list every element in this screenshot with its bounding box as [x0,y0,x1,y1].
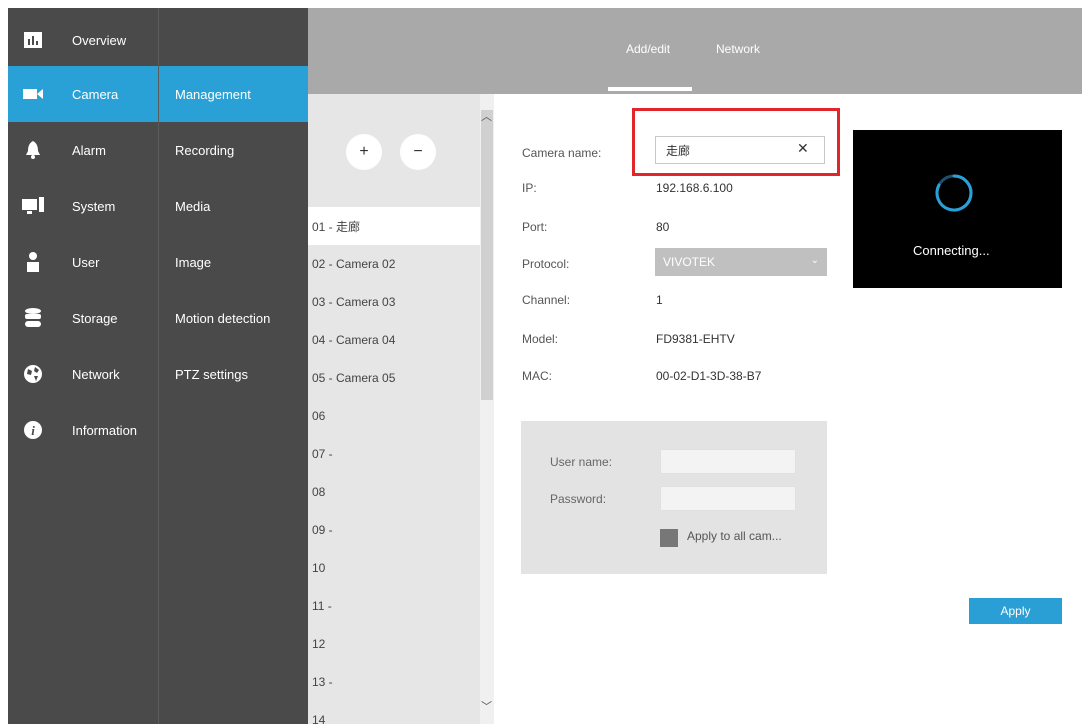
overview-chart-icon [22,29,44,51]
chevron-down-icon: ⌄ [810,255,819,266]
subnav-item-image[interactable]: Image [159,234,309,290]
camera-list-item[interactable]: 01 - 走廊 [308,207,480,245]
model-value: FD9381-EHTV [656,332,735,346]
nav-label: Alarm [72,142,106,158]
nav-item-camera[interactable]: Camera [8,66,158,122]
nav-item-network[interactable]: Network [8,346,158,402]
apply-button[interactable]: Apply [969,598,1062,624]
nav-label: System [72,198,116,214]
nav-item-overview[interactable]: Overview [8,12,158,68]
apply-to-all-label: Apply to all cam... [687,529,782,543]
nav-label: Overview [72,32,127,48]
remove-camera-button[interactable]: − [400,134,436,170]
nav-item-alarm[interactable]: Alarm [8,122,158,178]
camera-icon [22,83,44,105]
nav-label: Information [72,422,138,438]
monitor-icon [22,195,44,217]
camera-list-item[interactable]: 10 [308,549,480,587]
subnav-item-motion-detection[interactable]: Motion detection [159,290,309,346]
channel-value: 1 [656,293,663,307]
connecting-status: Connecting... [913,243,990,258]
protocol-label: Protocol: [522,257,570,271]
apply-to-all-checkbox[interactable] [660,529,678,547]
password-label: Password: [550,492,607,506]
subnav-item-ptz-settings[interactable]: PTZ settings [159,346,309,402]
camera-list-panel: + − 01 - 走廊 02 - Camera 02 03 - Camera 03 0… [308,94,480,724]
database-icon [22,307,44,329]
tab-bar: Add/edit Network [308,8,1082,94]
tab-add-edit[interactable]: Add/edit [626,42,670,56]
username-field[interactable] [660,449,796,474]
svg-text:i: i [31,423,35,438]
scroll-up-icon[interactable]: ︿ [481,108,492,124]
tab-network[interactable]: Network [716,42,760,56]
port-label: Port: [522,220,548,234]
camera-list-item[interactable]: 14 [308,701,480,724]
camera-preview: Connecting... [853,130,1062,288]
password-field[interactable] [660,486,796,511]
subnav-item-management[interactable]: Management [159,66,309,122]
camera-name-label: Camera name: [522,146,602,160]
nav-item-system[interactable]: System [8,178,158,234]
mac-value: 00-02-D1-3D-38-B7 [656,369,762,383]
subnav-item-recording[interactable]: Recording [159,122,309,178]
channel-label: Channel: [522,293,571,307]
user-icon [22,251,44,273]
nav-item-storage[interactable]: Storage [8,290,158,346]
camera-list-item[interactable]: 13 - [308,663,480,701]
subnav-item-media[interactable]: Media [159,178,309,234]
username-label: User name: [550,455,613,469]
loading-spinner-icon [935,174,973,212]
camera-list-item[interactable]: 12 [308,625,480,663]
nav-label: User [72,254,100,270]
nav-label: Storage [72,310,118,326]
port-value: 80 [656,220,670,234]
sub-nav: Management Recording Media Image Motion … [158,8,309,724]
model-label: Model: [522,332,559,346]
info-icon: i [22,419,44,441]
active-tab-indicator [608,87,692,91]
add-camera-button[interactable]: + [346,134,382,170]
protocol-select[interactable]: VIVOTEK ⌄ [655,248,827,276]
scroll-down-icon[interactable]: ﹀ [481,698,492,714]
clear-icon[interactable]: ✕ [797,140,809,157]
globe-icon [22,363,44,385]
camera-list-item[interactable]: 08 [308,473,480,511]
camera-list-item[interactable]: 11 - [308,587,480,625]
nav-label: Camera [72,86,119,102]
camera-list-item[interactable]: 05 - Camera 05 [308,359,480,397]
camera-list-item[interactable]: 09 - [308,511,480,549]
camera-list-item[interactable]: 04 - Camera 04 [308,321,480,359]
camera-list-item[interactable]: 02 - Camera 02 [308,245,480,283]
nav-label: Network [72,366,120,382]
protocol-value: VIVOTEK [663,255,716,269]
camera-list-item[interactable]: 07 - [308,435,480,473]
credentials-panel: User name: Password: Apply to all cam... [521,421,827,574]
main-nav: Overview Camera Alarm System User Storag… [8,8,158,724]
nav-item-user[interactable]: User [8,234,158,290]
scrollbar-thumb[interactable] [481,110,493,400]
ip-label: IP: [522,181,537,195]
nav-item-information[interactable]: i Information [8,402,158,458]
camera-list-item[interactable]: 03 - Camera 03 [308,283,480,321]
mac-label: MAC: [522,369,552,383]
camera-list-item[interactable]: 06 [308,397,480,435]
ip-value: 192.168.6.100 [656,181,733,195]
bell-icon [22,139,44,161]
